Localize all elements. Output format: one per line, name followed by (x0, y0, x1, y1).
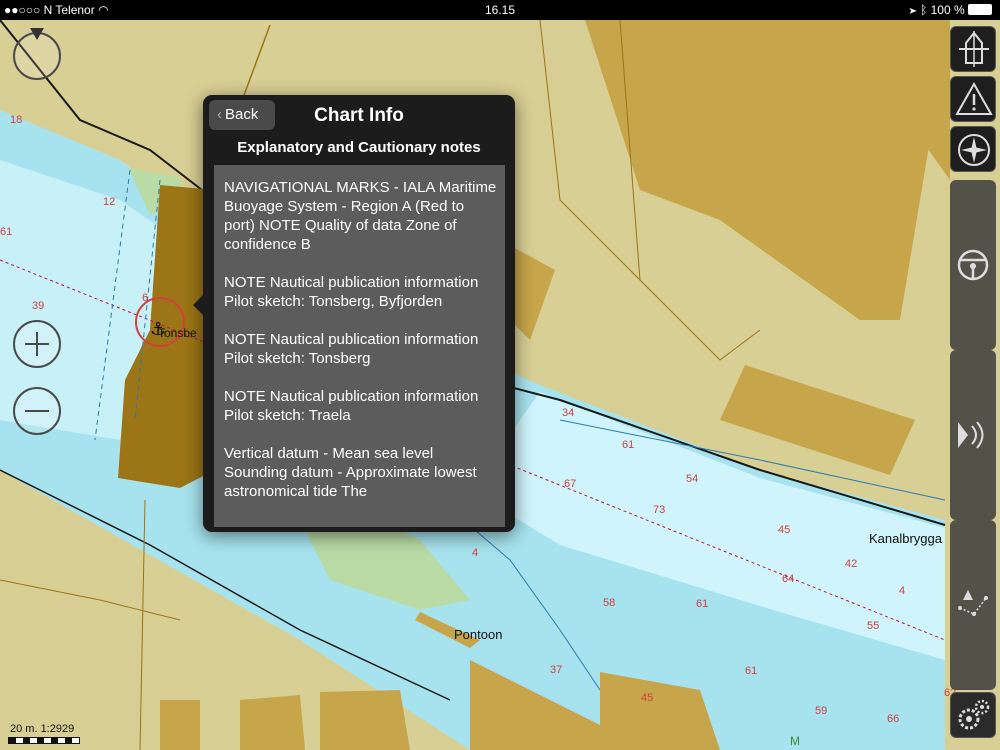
scale-label: 20 m. 1:2929 (10, 723, 75, 735)
depth-label: 45 (778, 524, 791, 536)
notes-scroll-area[interactable]: NAVIGATIONAL MARKS - IALA Maritime Buoya… (214, 165, 505, 527)
steering-panel[interactable] (950, 180, 996, 350)
right-toolbar (944, 20, 1000, 750)
note-item: NOTE Nautical publication information Pi… (224, 274, 479, 310)
depth-label: 61 (745, 665, 758, 677)
depth-label: 67 (564, 478, 577, 490)
depth-label: 61 (0, 226, 13, 238)
note-item: Vertical datum - Mean sea level Sounding… (224, 445, 477, 500)
compass-button[interactable] (950, 126, 996, 172)
place-label-kanalbrygga: Kanalbrygga (869, 531, 942, 546)
depth-label: 37 (550, 664, 563, 676)
settings-gears-icon (958, 699, 990, 730)
depth-label: 34 (562, 407, 575, 419)
location-icon: ➤ (909, 3, 917, 17)
route-panel[interactable] (950, 520, 996, 690)
popover-subtitle: Explanatory and Cautionary notes (237, 139, 481, 156)
bluetooth-icon: ᛒ (920, 3, 928, 17)
chevron-left-icon: ‹ (217, 106, 222, 123)
route-icon (958, 590, 988, 616)
steering-wheel-icon (957, 249, 989, 281)
depth-label: 66 (887, 713, 900, 725)
depth-label: 4 (899, 585, 906, 597)
battery-icon (968, 4, 992, 15)
depth-label: 54 (686, 473, 699, 485)
ship-mode-icon (959, 31, 989, 67)
warning-icon (955, 81, 993, 115)
chart-info-popover: Chart Info ‹ Back Explanatory and Caution… (193, 95, 515, 532)
place-label-pontoon: Pontoon (454, 627, 503, 642)
depth-label: 6 (142, 292, 149, 304)
depth-label: 39 (32, 300, 45, 312)
depth-label: 45 (641, 692, 654, 704)
note-item: NOTE Nautical publication information Pi… (224, 388, 479, 424)
depth-label: 18 (10, 114, 23, 126)
corner-mark: M (790, 734, 800, 748)
clock: 16.15 (484, 3, 516, 17)
note-item: NOTE Nautical publication information Pi… (224, 331, 479, 367)
depth-label: 59 (815, 705, 828, 717)
warning-button[interactable] (950, 76, 996, 122)
sonar-panel[interactable] (950, 350, 996, 520)
depth-label: 61 (696, 598, 709, 610)
depth-label: 61 (622, 439, 635, 451)
compass-icon (958, 134, 990, 166)
scale-bar (8, 737, 80, 744)
note-item: NAVIGATIONAL MARKS - IALA Maritime Buoya… (224, 179, 497, 253)
zoom-out-button[interactable] (13, 387, 61, 435)
status-indicators: ➤ ᛒ 100 % (910, 3, 992, 17)
north-up-button[interactable] (13, 28, 61, 80)
depth-label: 42 (845, 558, 858, 570)
place-label-tonsberg: Tonsbe (158, 326, 197, 340)
back-label: Back (225, 106, 259, 123)
sonar-icon (958, 421, 984, 449)
depth-label: 55 (867, 620, 880, 632)
back-button[interactable]: ‹ Back (209, 100, 275, 130)
depth-label: 73 (653, 504, 666, 516)
popover-arrow (193, 295, 203, 315)
zoom-in-button[interactable] (13, 320, 61, 368)
depth-label: 64 (782, 573, 795, 585)
status-bar: ●●○○○ N Telenor ◠ 16.15 ➤ ᛒ 100 % (0, 0, 1000, 20)
ship-mode-button[interactable] (950, 26, 996, 72)
battery-percent: 100 % (930, 3, 965, 17)
settings-button[interactable] (950, 692, 996, 738)
north-arrow-icon (30, 28, 44, 40)
depth-label: 4 (472, 547, 479, 559)
depth-label: 58 (603, 597, 616, 609)
depth-label: 12 (103, 196, 116, 208)
